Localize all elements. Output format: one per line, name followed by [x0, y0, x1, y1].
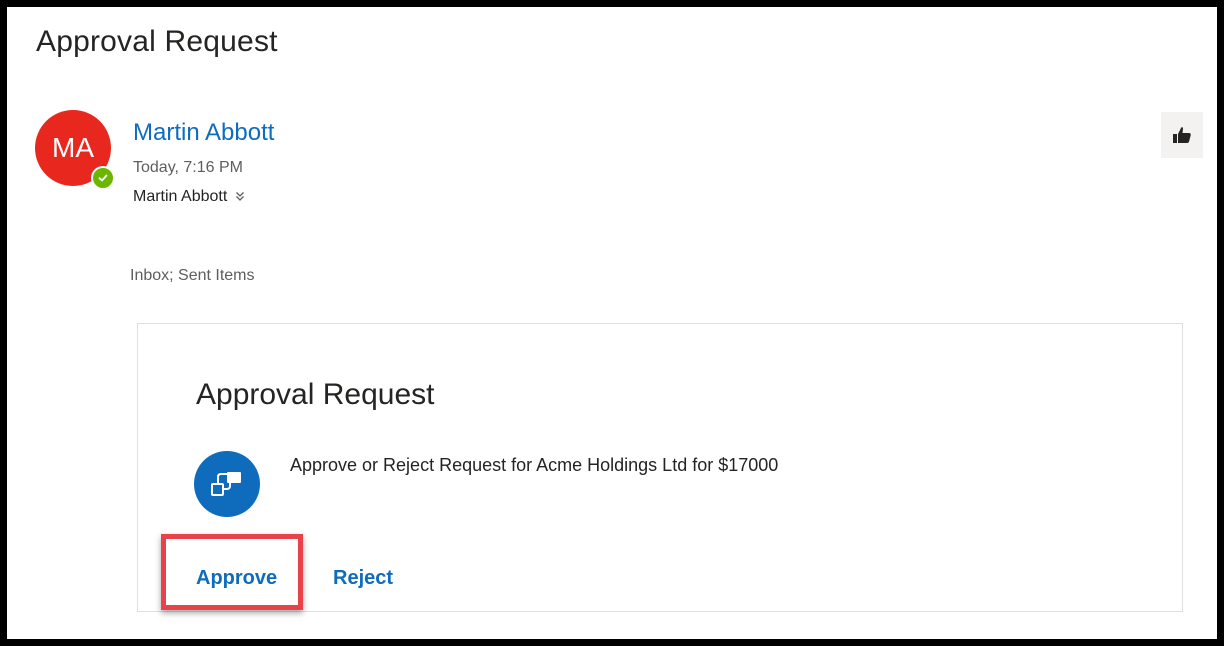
card-title: Approval Request	[196, 378, 435, 411]
message-folders: Inbox; Sent Items	[130, 267, 255, 284]
power-automate-flow-icon	[194, 451, 260, 517]
presence-available-icon	[91, 166, 115, 190]
checkmark-icon	[98, 174, 108, 182]
like-button[interactable]	[1161, 112, 1203, 158]
thumbs-up-icon	[1173, 127, 1191, 143]
sender-name-link[interactable]: Martin Abbott	[133, 119, 274, 147]
approval-card: Approval Request Approve or Reject Reque…	[137, 323, 1183, 612]
email-subject: Approval Request	[36, 25, 278, 58]
approve-button[interactable]: Approve	[196, 567, 277, 590]
card-message: Approve or Reject Request for Acme Holdi…	[290, 455, 779, 475]
recipient-name: Martin Abbott	[133, 188, 228, 205]
sent-timestamp: Today, 7:16 PM	[133, 159, 243, 176]
reject-button[interactable]: Reject	[333, 567, 393, 590]
avatar-initials: MA	[52, 132, 94, 163]
double-chevron-down-icon	[234, 190, 246, 205]
email-reading-pane: Approval Request MA Martin Abbott Today,…	[7, 7, 1217, 639]
recipient-expander[interactable]: Martin Abbott	[133, 188, 246, 206]
